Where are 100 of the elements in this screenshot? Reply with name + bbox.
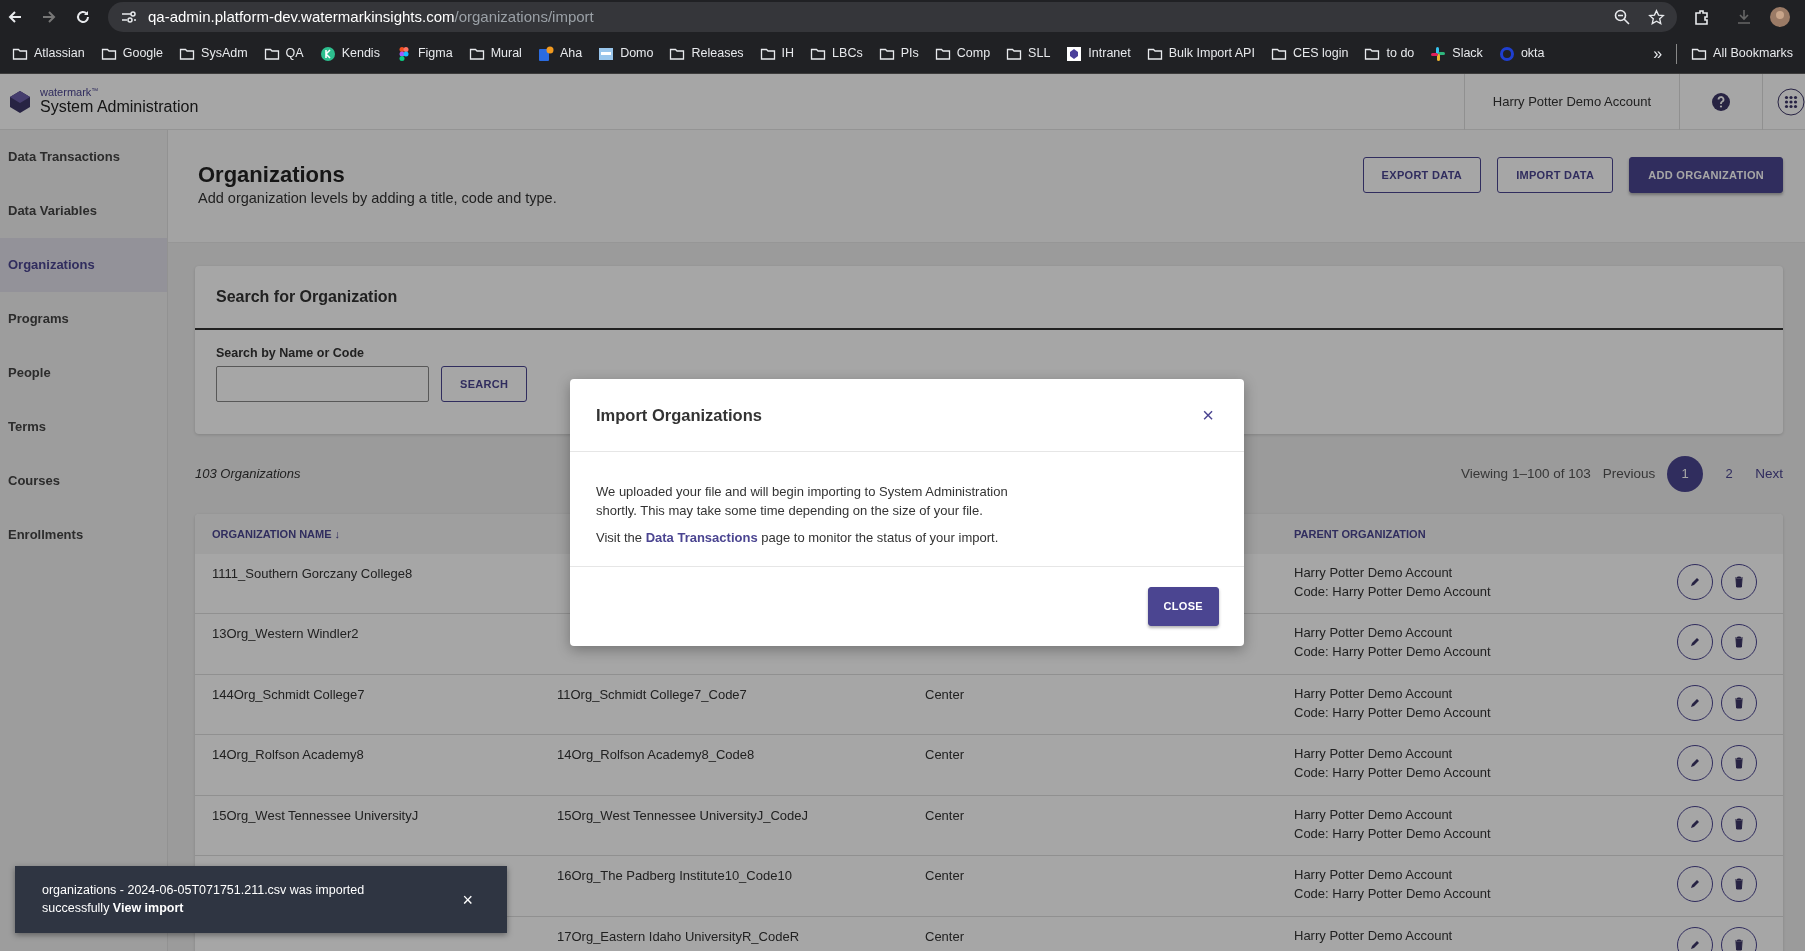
bookmark-link[interactable]: SLL (998, 44, 1059, 63)
bookmark-link[interactable]: Atlassian (4, 44, 93, 63)
app-title: System Administration (40, 98, 199, 116)
url-host: qa-admin.platform-dev.watermarkinsights.com (148, 7, 455, 25)
table-cell-text: Harry Potter Demo Account (1294, 684, 1454, 703)
bookmark-link[interactable]: Aha (529, 44, 591, 63)
download-icon[interactable] (1735, 8, 1753, 26)
star-icon[interactable] (1648, 8, 1665, 26)
data-transactions-link[interactable]: Data Transactions (645, 529, 758, 545)
previous-link[interactable]: Previous (1602, 463, 1656, 484)
edit-button[interactable] (1677, 866, 1713, 903)
next-link[interactable]: Next (1755, 463, 1783, 484)
table-cell-text: Harry Potter Demo Account (1294, 745, 1454, 764)
address-bar[interactable]: qa-admin.platform-dev.watermarkinsights.com/organizations/import (108, 2, 1677, 32)
delete-button[interactable] (1721, 805, 1757, 842)
brand-name: watermark$^{™}$ (40, 87, 100, 99)
table-cell: Center (925, 928, 965, 944)
bookmark-link[interactable]: Domo (590, 44, 662, 63)
bookmark-link[interactable]: to do (1356, 44, 1423, 63)
bookmark-link[interactable]: Intranet (1058, 44, 1139, 63)
sidebar-item[interactable]: Programs (0, 292, 167, 346)
dialog-message: We uploaded your file and will begin importing to System Administration shortly. This may take some time depending on the size of your file. (596, 483, 1009, 520)
bookmark-link[interactable]: SysAdm (171, 44, 256, 63)
close-button[interactable]: × (458, 890, 477, 909)
extensions-icon[interactable] (1693, 8, 1711, 26)
table-cell-text: Harry Potter Demo Account (1294, 624, 1454, 643)
column-header[interactable]: ORGANIZATION NAME ↓ (212, 527, 341, 540)
delete-button[interactable] (1721, 624, 1757, 661)
reload-icon[interactable] (74, 8, 92, 26)
delete-button[interactable] (1721, 866, 1757, 903)
letter-circle-icon (319, 45, 336, 62)
bookmark-link[interactable]: Kendis (311, 44, 388, 63)
edit-button[interactable] (1677, 745, 1713, 782)
table-cell: Center (925, 807, 965, 823)
app-grid-icon[interactable] (1777, 87, 1805, 116)
close-button[interactable]: × (1198, 405, 1218, 425)
sidebar-item[interactable]: Terms (0, 400, 167, 454)
table-cell: 13Org_Western Windler2 (212, 626, 359, 642)
table-cell: 15Org_West Tennessee UniversityJ_CodeJ (557, 807, 808, 823)
close-button[interactable]: CLOSE (1147, 586, 1219, 626)
sidebar-item[interactable]: Enrollments (0, 508, 167, 562)
bookmark-link[interactable]: Comp (926, 44, 999, 63)
primary-button[interactable]: ADD ORGANIZATION (1629, 157, 1783, 193)
sidebar-item[interactable]: Data Transactions (0, 130, 167, 184)
sidebar-item[interactable]: Organizations (0, 238, 167, 292)
bookmark-link[interactable]: Slack (1422, 44, 1491, 63)
bookmark-link[interactable]: QA (255, 44, 312, 63)
table-cell-text: Code: Harry Potter Demo Account (1294, 885, 1492, 904)
avatar-icon[interactable] (1769, 6, 1791, 28)
table-cell: Center (925, 868, 965, 884)
rectangle-logo-icon (598, 45, 615, 62)
bookmark-link[interactable]: Bulk Import API (1138, 44, 1263, 63)
bookmark-link[interactable]: okta (1490, 44, 1553, 63)
table-cell: Center (925, 686, 965, 702)
table-cell-text: Code: Harry Potter Demo Account (1294, 824, 1492, 843)
table-cell: 16Org_The Padberg Institute10_Code10 (557, 868, 792, 884)
help-icon[interactable] (1711, 91, 1731, 112)
url-path: /organizations/import (454, 7, 594, 25)
sidebar-item[interactable]: Data Variables (0, 184, 167, 238)
sidebar-item[interactable]: People (0, 346, 167, 400)
search-field[interactable] (216, 365, 429, 402)
sidebar-item[interactable]: Courses (0, 454, 167, 508)
dialog-title: Import Organizations (596, 404, 762, 426)
outline-button[interactable]: IMPORT DATA (1497, 157, 1614, 193)
toast-message: organizations - 2024-06-05T071751.211.csv was imported successfully View import (42, 882, 366, 917)
edit-button[interactable] (1677, 624, 1713, 661)
table-cell: Center (925, 747, 965, 763)
page-button[interactable]: 1 (1667, 455, 1704, 492)
zoom-out-icon[interactable] (1614, 9, 1630, 25)
bookmark-link[interactable]: All Bookmarks (1683, 44, 1801, 63)
outline-button[interactable]: EXPORT DATA (1362, 157, 1482, 193)
bookmark-link[interactable]: Releases (661, 44, 752, 63)
delete-button[interactable] (1721, 684, 1757, 721)
view-import-link[interactable]: View import (112, 900, 184, 915)
hexagon-logo-icon (1066, 45, 1083, 62)
bookmark-link[interactable]: Mural (460, 44, 530, 63)
page-button[interactable]: 2 (1711, 455, 1748, 492)
delete-button[interactable] (1721, 563, 1757, 600)
search-button[interactable]: SEARCH (441, 365, 528, 402)
table-cell: 17Org_Eastern Idaho UniversityR_CodeR (557, 928, 800, 944)
table-cell: 1111_Southern Gorczany College8 (212, 565, 413, 581)
site-settings-icon[interactable] (120, 9, 138, 25)
delete-button[interactable] (1721, 745, 1757, 782)
table-cell: 11Org_Schmidt College7_Code7 (557, 686, 747, 702)
edit-button[interactable] (1677, 805, 1713, 842)
bookmark-link[interactable]: PIs (870, 44, 927, 63)
bookmark-link[interactable]: LBCs (802, 44, 871, 63)
bookmark-link[interactable]: Google (92, 44, 172, 63)
bookmark-link[interactable]: CES login (1262, 44, 1357, 63)
search-card-title: Search for Organization (195, 266, 1783, 330)
column-header[interactable]: PARENT ORGANIZATION (1294, 527, 1426, 540)
dialog-instruction: Visit the Data Transactions page to monitor the status of your import. (596, 528, 1000, 547)
badge-logo-icon (537, 45, 554, 62)
more-bookmarks-button[interactable]: » (1645, 41, 1671, 66)
edit-button[interactable] (1677, 563, 1713, 600)
bookmark-link[interactable]: Figma (387, 44, 461, 63)
table-cell: 14Org_Rolfson Academy8 (212, 747, 364, 763)
logo-icon (8, 89, 32, 114)
bookmark-link[interactable]: IH (751, 44, 803, 63)
edit-button[interactable] (1677, 684, 1713, 721)
